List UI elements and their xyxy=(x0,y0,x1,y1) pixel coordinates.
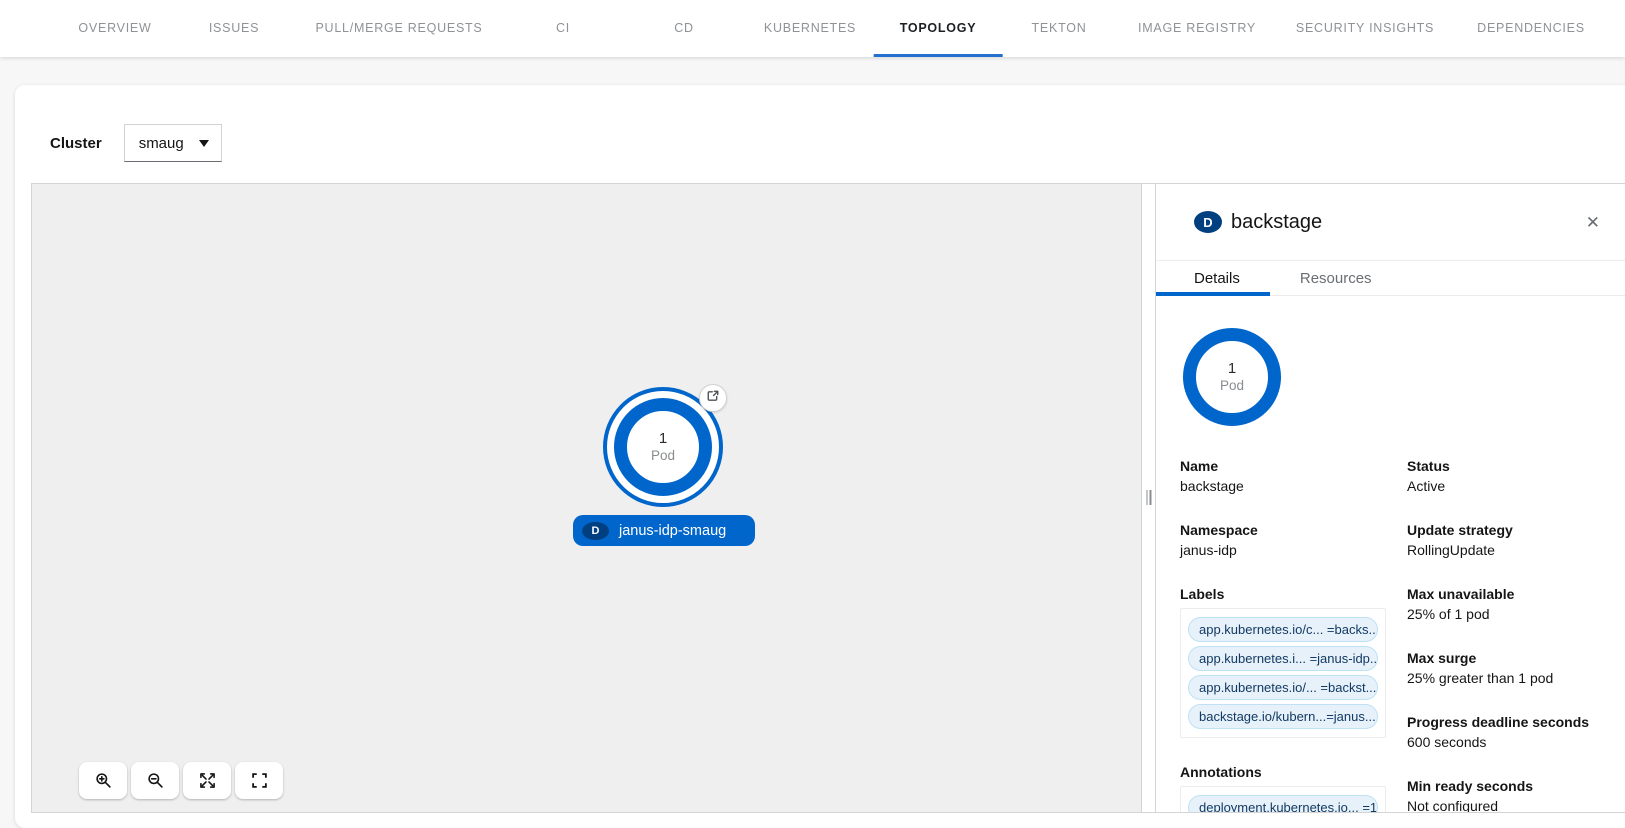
panel-tabs: Details Resources xyxy=(1156,261,1625,296)
topology-canvas[interactable]: 1 Pod D janus-idp-smaug xyxy=(32,184,1142,812)
cluster-select-value: smaug xyxy=(139,135,184,152)
pod-count: 1 xyxy=(1228,360,1236,377)
field-value: janus-idp xyxy=(1180,540,1407,560)
tab-overview[interactable]: OVERVIEW xyxy=(78,0,151,57)
node-label-pill[interactable]: D janus-idp-smaug xyxy=(573,515,755,546)
fullscreen-button[interactable] xyxy=(235,762,283,799)
deployment-badge: D xyxy=(1194,211,1222,233)
labels-group: Labels app.kubernetes.io/c... =backs... … xyxy=(1180,584,1407,738)
pod-count: 1 xyxy=(659,430,667,447)
labels-title: Labels xyxy=(1180,584,1407,604)
field-label: Namespace xyxy=(1180,520,1407,540)
field-update-strategy: Update strategy RollingUpdate xyxy=(1407,520,1610,560)
tab-cd[interactable]: CD xyxy=(674,0,694,57)
tab-ci[interactable]: CI xyxy=(556,0,570,57)
tab-kubernetes[interactable]: KUBERNETES xyxy=(764,0,856,57)
panel-body: 1 Pod Name backstage Namespace janus-idp xyxy=(1156,296,1625,812)
zoom-in-icon xyxy=(95,772,112,789)
field-label: Min ready seconds xyxy=(1407,776,1610,796)
field-value: 25% of 1 pod xyxy=(1407,604,1610,624)
cluster-select[interactable]: smaug xyxy=(124,124,222,162)
label-chip: app.kubernetes.io/c... =backs... xyxy=(1188,617,1378,642)
pod-donut: 1 Pod xyxy=(1183,328,1281,426)
label-chip: app.kubernetes.io/... =backst... xyxy=(1188,675,1378,700)
canvas-controls xyxy=(79,762,283,799)
node-external-link-button[interactable] xyxy=(699,384,727,412)
zoom-out-button[interactable] xyxy=(131,762,179,799)
field-label: Update strategy xyxy=(1407,520,1610,540)
annotation-chip: deployment.kubernetes.io... =1.. xyxy=(1188,795,1378,812)
field-max-surge: Max surge 25% greater than 1 pod xyxy=(1407,648,1610,688)
details-left-column: Name backstage Namespace janus-idp Label… xyxy=(1180,456,1407,812)
field-value: Active xyxy=(1407,476,1610,496)
field-label: Progress deadline seconds xyxy=(1407,712,1610,732)
topology-view: 1 Pod D janus-idp-smaug xyxy=(31,183,1625,813)
annotations-title: Annotations xyxy=(1180,762,1407,782)
label-chip: app.kubernetes.i... =janus-idp... xyxy=(1188,646,1378,671)
panel-header: D backstage ✕ xyxy=(1156,184,1625,261)
panel-title: backstage xyxy=(1231,211,1322,234)
pod-unit: Pod xyxy=(1220,377,1244,394)
field-label: Status xyxy=(1407,456,1610,476)
field-progress-deadline: Progress deadline seconds 600 seconds xyxy=(1407,712,1610,752)
field-label: Max surge xyxy=(1407,648,1610,668)
entity-tab-bar: OVERVIEW ISSUES PULL/MERGE REQUESTS CI C… xyxy=(0,0,1625,57)
field-value: 600 seconds xyxy=(1407,732,1610,752)
field-value: Not configured xyxy=(1407,796,1610,812)
caret-down-icon xyxy=(199,140,209,147)
field-namespace: Namespace janus-idp xyxy=(1180,520,1407,560)
annotations-group: Annotations deployment.kubernetes.io... … xyxy=(1180,762,1407,812)
field-min-ready-seconds: Min ready seconds Not configured xyxy=(1407,776,1610,812)
cluster-selector-row: Cluster smaug xyxy=(50,124,222,162)
field-status: Status Active xyxy=(1407,456,1610,496)
field-max-unavailable: Max unavailable 25% of 1 pod xyxy=(1407,584,1610,624)
close-icon[interactable]: ✕ xyxy=(1586,214,1600,231)
node-label: janus-idp-smaug xyxy=(619,523,726,539)
field-label: Max unavailable xyxy=(1407,584,1610,604)
field-name: Name backstage xyxy=(1180,456,1407,496)
label-chip: backstage.io/kubern...=janus... xyxy=(1188,704,1378,729)
fit-to-screen-icon xyxy=(199,772,216,789)
zoom-out-icon xyxy=(147,772,164,789)
tab-security-insights[interactable]: SECURITY INSIGHTS xyxy=(1296,0,1434,57)
fit-to-screen-button[interactable] xyxy=(183,762,231,799)
zoom-in-button[interactable] xyxy=(79,762,127,799)
panel-tab-details[interactable]: Details xyxy=(1156,261,1270,295)
field-value: backstage xyxy=(1180,476,1407,496)
tab-pull-merge-requests[interactable]: PULL/MERGE REQUESTS xyxy=(315,0,482,57)
panel-resize-gutter[interactable] xyxy=(1142,184,1155,812)
field-value: RollingUpdate xyxy=(1407,540,1610,560)
details-right-column: Status Active Update strategy RollingUpd… xyxy=(1407,456,1610,812)
pod-unit: Pod xyxy=(651,447,675,464)
fullscreen-icon xyxy=(251,772,268,789)
drag-handle-icon[interactable] xyxy=(1146,490,1151,505)
annotations-chip-box: deployment.kubernetes.io... =1.. xyxy=(1180,786,1386,812)
topology-card: Cluster smaug 1 Pod xyxy=(15,85,1625,828)
field-label: Name xyxy=(1180,456,1407,476)
pod-donut: 1 Pod xyxy=(614,398,712,496)
tab-topology[interactable]: TOPOLOGY xyxy=(900,0,977,57)
tab-tekton[interactable]: TEKTON xyxy=(1032,0,1087,57)
tab-issues[interactable]: ISSUES xyxy=(209,0,259,57)
external-link-icon xyxy=(706,389,720,408)
labels-chip-box: app.kubernetes.io/c... =backs... app.kub… xyxy=(1180,608,1386,738)
field-value: 25% greater than 1 pod xyxy=(1407,668,1610,688)
deployment-badge: D xyxy=(582,522,609,540)
tab-image-registry[interactable]: IMAGE REGISTRY xyxy=(1138,0,1256,57)
tab-dependencies[interactable]: DEPENDENCIES xyxy=(1477,0,1585,57)
panel-tab-resources[interactable]: Resources xyxy=(1270,261,1402,295)
cluster-label: Cluster xyxy=(50,135,102,152)
resource-side-panel: D backstage ✕ Details Resources 1 Pod Na… xyxy=(1155,184,1625,812)
